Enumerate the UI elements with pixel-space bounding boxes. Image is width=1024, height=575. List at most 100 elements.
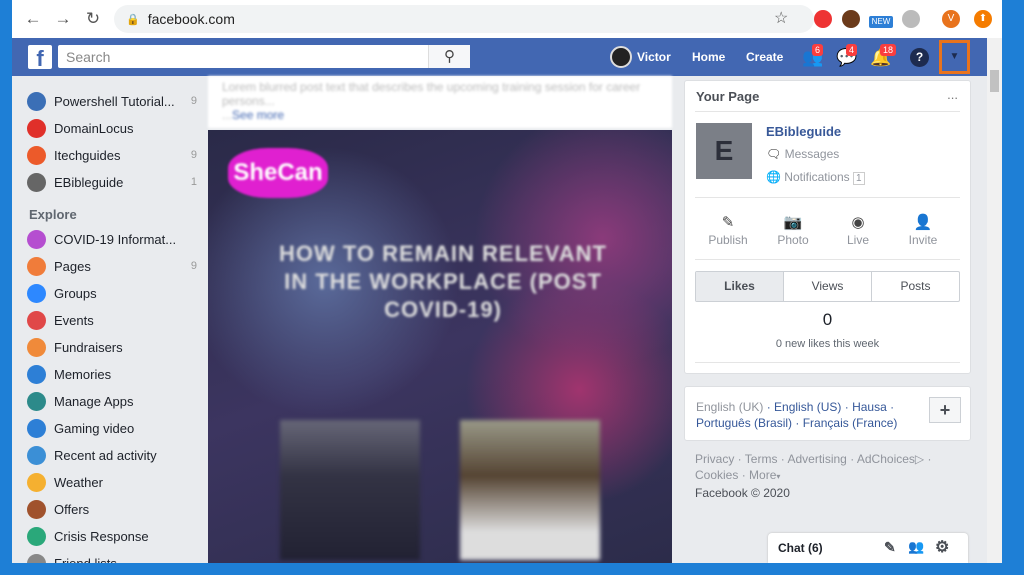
sidebar-item[interactable]: Events	[27, 309, 197, 331]
home-link[interactable]: Home	[692, 50, 725, 64]
sidebar-item[interactable]: Groups	[27, 282, 197, 304]
address-bar[interactable]: 🔒 facebook.com	[114, 5, 814, 33]
more-options-icon[interactable]: ...	[947, 87, 958, 102]
reload-icon[interactable]: ↻	[78, 9, 108, 29]
sidebar-item-label: Groups	[54, 285, 97, 301]
sidebar-item[interactable]: Manage Apps	[27, 390, 197, 412]
sidebar-item[interactable]: Itechguides 9	[27, 144, 197, 166]
invite-button[interactable]: 👤 Invite	[890, 213, 956, 247]
sidebar-item[interactable]: Gaming video	[27, 417, 197, 439]
sidebar-item-label: Recent ad activity	[54, 447, 157, 463]
language-link[interactable]: Français (France)	[803, 416, 898, 430]
create-link[interactable]: Create	[746, 50, 783, 64]
sidebar-item[interactable]: Fundraisers	[27, 336, 197, 358]
browser-window: ← → ↻ 🔒 facebook.com ☆ NEW V ⬆ f Search ⚲ …	[12, 0, 1002, 563]
page-messages-link[interactable]: 🗨 Messages	[766, 147, 839, 161]
add-person-icon: 👤	[913, 214, 933, 231]
facebook-header: f Search ⚲ Victor Home Create 👥 6 💬 4 🔔 18 ?…	[12, 38, 987, 76]
sidebar-item-icon	[27, 526, 46, 546]
advertising-link[interactable]: Advertising	[787, 452, 846, 466]
likes-value: 0	[822, 310, 833, 329]
tab-posts[interactable]: Posts	[871, 272, 959, 301]
privacy-link[interactable]: Privacy	[695, 452, 734, 466]
add-language-button[interactable]: +	[929, 397, 961, 423]
adchoices-link[interactable]: AdChoices	[857, 452, 915, 466]
create-group-icon[interactable]: 👥	[908, 539, 924, 555]
page-notifications-link[interactable]: 🌐 Notifications 1	[766, 170, 865, 185]
see-more-link[interactable]: See more	[232, 108, 284, 122]
caret-down-icon: ▾	[776, 472, 781, 481]
page-avatar[interactable]: E	[696, 123, 752, 179]
camera-icon: 📷	[783, 214, 803, 231]
language-link[interactable]: Hausa	[852, 400, 887, 414]
globe-icon: 🌐	[766, 170, 785, 184]
left-sidebar: Explore Powershell Tutorial... 9 DomainLoc…	[12, 76, 208, 563]
sidebar-item-label: Weather	[54, 474, 103, 490]
profile-link[interactable]: Victor	[637, 50, 671, 64]
sidebar-item[interactable]: Pages 9	[27, 255, 197, 277]
page-scrollbar[interactable]	[987, 38, 1002, 563]
sidebar-item-icon	[27, 445, 46, 465]
forward-icon[interactable]: →	[48, 9, 78, 29]
news-feed: Lorem blurred post text that describes t…	[208, 76, 672, 563]
notifications-icon[interactable]: 🔔 18	[870, 44, 897, 68]
user-avatar[interactable]	[610, 46, 632, 68]
search-input[interactable]: Search ⚲	[58, 45, 470, 68]
profile-avatar[interactable]: V	[942, 10, 960, 28]
update-icon[interactable]: ⬆	[974, 10, 992, 28]
extension-icon[interactable]	[902, 10, 920, 28]
facebook-logo[interactable]: f	[28, 45, 52, 69]
sidebar-item[interactable]: Friend lists	[27, 552, 197, 563]
edit-icon: ✎	[721, 214, 735, 231]
publish-button[interactable]: ✎ Publish	[695, 213, 761, 247]
extension-icon[interactable]	[814, 10, 832, 28]
new-extension-badge[interactable]: NEW	[869, 16, 893, 28]
sidebar-item-icon	[27, 283, 46, 303]
sidebar-item-icon	[27, 418, 46, 438]
scrollbar-thumb[interactable]	[990, 70, 999, 92]
photo-button[interactable]: 📷 Photo	[760, 213, 826, 247]
sidebar-item[interactable]: EBibleguide 1	[27, 171, 197, 193]
language-link[interactable]: Português (Brasil)	[696, 416, 792, 430]
search-placeholder: Search	[66, 49, 111, 65]
copyright: Facebook © 2020	[695, 486, 790, 500]
tab-views[interactable]: Views	[783, 272, 871, 301]
back-icon[interactable]: ←	[18, 9, 48, 29]
new-message-icon[interactable]: ✎	[884, 539, 896, 556]
friend-requests-icon[interactable]: 👥 6	[802, 44, 823, 68]
sidebar-item[interactable]: COVID-19 Informat...	[27, 228, 197, 250]
search-icon[interactable]: ⚲	[428, 45, 470, 68]
extension-icon[interactable]	[842, 10, 860, 28]
sidebar-item[interactable]: Crisis Response	[27, 525, 197, 547]
live-label: Live	[846, 233, 869, 247]
post-image[interactable]: SheCan HOW TO REMAIN RELEVANT IN THE WOR…	[208, 130, 672, 563]
sidebar-item[interactable]: Memories	[27, 363, 197, 385]
sidebar-item-label: EBibleguide	[54, 174, 124, 190]
sidebar-item[interactable]: Weather	[27, 471, 197, 493]
sidebar-item[interactable]: Offers	[27, 498, 197, 520]
language-link[interactable]: English (US)	[774, 400, 841, 414]
messenger-icon[interactable]: 💬 4	[836, 44, 857, 68]
more-link[interactable]: More	[749, 468, 776, 482]
explore-heading: Explore	[29, 207, 77, 222]
page-name-link[interactable]: EBibleguide	[766, 124, 841, 139]
sidebar-item[interactable]: DomainLocus	[27, 117, 197, 139]
live-button[interactable]: ◉ Live	[825, 213, 891, 247]
sidebar-item-icon	[27, 145, 46, 165]
terms-link[interactable]: Terms	[745, 452, 778, 466]
messages-label: Messages	[784, 147, 840, 161]
settings-gear-icon[interactable]: ⚙	[935, 537, 949, 557]
video-icon: ◉	[851, 214, 865, 231]
chat-bar[interactable]: Chat (6) ✎ 👥 ⚙	[768, 533, 968, 563]
browser-toolbar: ← → ↻ 🔒 facebook.com ☆ NEW V ⬆	[12, 0, 1002, 38]
sidebar-item[interactable]: Powershell Tutorial... 9	[27, 90, 197, 112]
photo-label: Photo	[777, 233, 809, 247]
help-icon[interactable]: ?	[910, 48, 929, 67]
your-page-card: Your Page ... E EBibleguide 🗨 Messages 🌐…	[684, 80, 971, 374]
account-menu-dropdown[interactable]: ▼	[939, 40, 970, 74]
language-card: English (UK) · English (US) · Hausa · Po…	[684, 386, 971, 441]
cookies-link[interactable]: Cookies	[695, 468, 738, 482]
sidebar-item[interactable]: Recent ad activity	[27, 444, 197, 466]
tab-likes[interactable]: Likes	[696, 272, 783, 301]
bookmark-star-icon[interactable]: ☆	[774, 8, 788, 28]
